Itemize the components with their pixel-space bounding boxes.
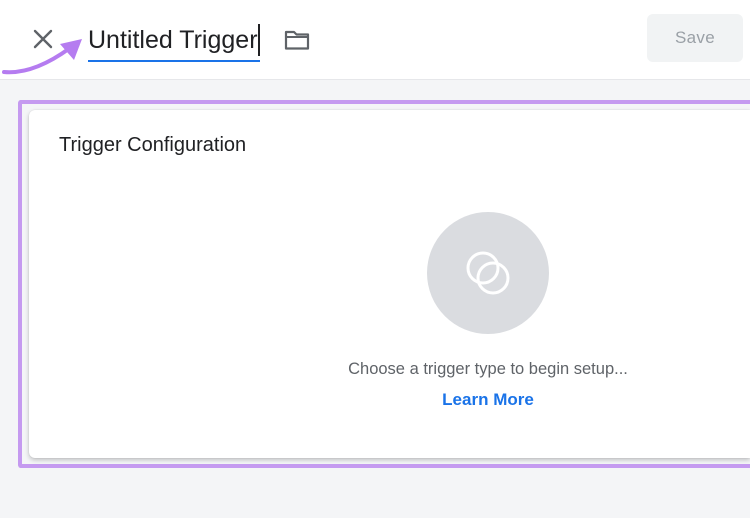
save-button[interactable]: Save — [647, 14, 743, 62]
trigger-editor-header: Untitled Trigger Save — [0, 0, 750, 80]
learn-more-link[interactable]: Learn More — [388, 390, 588, 410]
trigger-name-field[interactable]: Untitled Trigger — [88, 22, 260, 62]
trigger-configuration-card[interactable]: Trigger Configuration Choose a trigger t… — [29, 110, 750, 458]
empty-state-hint: Choose a trigger type to begin setup... — [348, 360, 628, 378]
folder-button[interactable] — [282, 26, 312, 54]
annotation-arrow-icon — [2, 39, 82, 75]
trigger-type-icon — [466, 251, 510, 295]
folder-icon — [284, 30, 310, 50]
trigger-name-input[interactable]: Untitled Trigger — [88, 22, 258, 58]
choose-trigger-type-button[interactable] — [427, 212, 549, 334]
card-title: Trigger Configuration — [59, 134, 247, 156]
text-caret — [258, 24, 260, 56]
